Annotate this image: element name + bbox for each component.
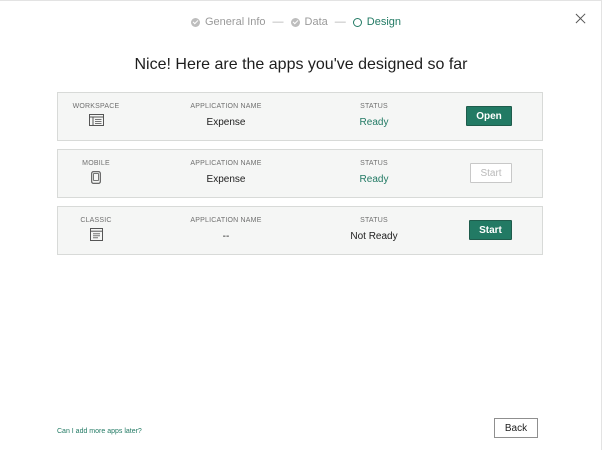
step-label: Design xyxy=(366,16,402,28)
start-button-disabled[interactable]: Start xyxy=(470,163,512,183)
app-name-value: -- xyxy=(222,231,230,242)
workspace-icon xyxy=(88,114,104,126)
app-type-label: WORKSPACE xyxy=(72,103,120,110)
app-card-classic: CLASSIC APPLICATION NAME -- STATUS Not R… xyxy=(57,206,543,255)
step-design: Design xyxy=(352,16,402,28)
app-status-label: STATUS xyxy=(360,160,388,167)
step-label: General Info xyxy=(205,16,266,28)
app-type: MOBILE xyxy=(66,160,126,184)
app-name-label: APPLICATION NAME xyxy=(190,217,262,224)
app-type: WORKSPACE xyxy=(66,103,126,126)
app-card-workspace: WORKSPACE APPLICATION NAME Expense STATU… xyxy=(57,92,543,141)
app-name: APPLICATION NAME Expense xyxy=(176,160,276,185)
start-button[interactable]: Start xyxy=(469,220,512,240)
step-data[interactable]: Data xyxy=(290,16,328,28)
step-separator: — xyxy=(334,16,346,28)
open-circle-icon xyxy=(352,17,362,27)
close-icon[interactable] xyxy=(575,13,586,24)
app-status: STATUS Ready xyxy=(334,160,414,185)
app-type-label: CLASSIC xyxy=(80,217,112,224)
step-general-info[interactable]: General Info xyxy=(191,16,266,28)
step-label: Data xyxy=(304,16,328,28)
check-circle-icon xyxy=(290,17,300,27)
app-status-value: Not Ready xyxy=(350,231,398,242)
app-status-label: STATUS xyxy=(360,217,388,224)
back-button[interactable]: Back xyxy=(494,418,538,438)
app-name-label: APPLICATION NAME xyxy=(190,160,262,167)
page-title: Nice! Here are the apps you've designed … xyxy=(134,56,468,73)
help-link[interactable]: Can I add more apps later? xyxy=(57,428,142,435)
wizard-stepper: General Info — Data — Design xyxy=(191,16,401,28)
app-name-label: APPLICATION NAME xyxy=(190,103,262,110)
top-divider xyxy=(0,0,602,1)
app-status-value: Ready xyxy=(359,174,389,185)
check-circle-icon xyxy=(191,17,200,27)
app-status: STATUS Not Ready xyxy=(334,217,414,242)
app-status: STATUS Ready xyxy=(334,103,414,128)
app-name: APPLICATION NAME Expense xyxy=(176,103,276,128)
app-type: CLASSIC xyxy=(66,217,126,241)
step-separator: — xyxy=(272,16,284,28)
app-type-label: MOBILE xyxy=(82,160,110,167)
app-status-value: Ready xyxy=(359,117,389,128)
app-card-mobile: MOBILE APPLICATION NAME Expense STATUS R… xyxy=(57,149,543,198)
mobile-icon xyxy=(91,171,101,184)
open-button[interactable]: Open xyxy=(466,106,512,126)
app-name: APPLICATION NAME -- xyxy=(176,217,276,242)
app-name-value: Expense xyxy=(206,174,246,185)
app-name-value: Expense xyxy=(206,117,246,128)
app-status-label: STATUS xyxy=(360,103,388,110)
classic-icon xyxy=(89,228,103,241)
